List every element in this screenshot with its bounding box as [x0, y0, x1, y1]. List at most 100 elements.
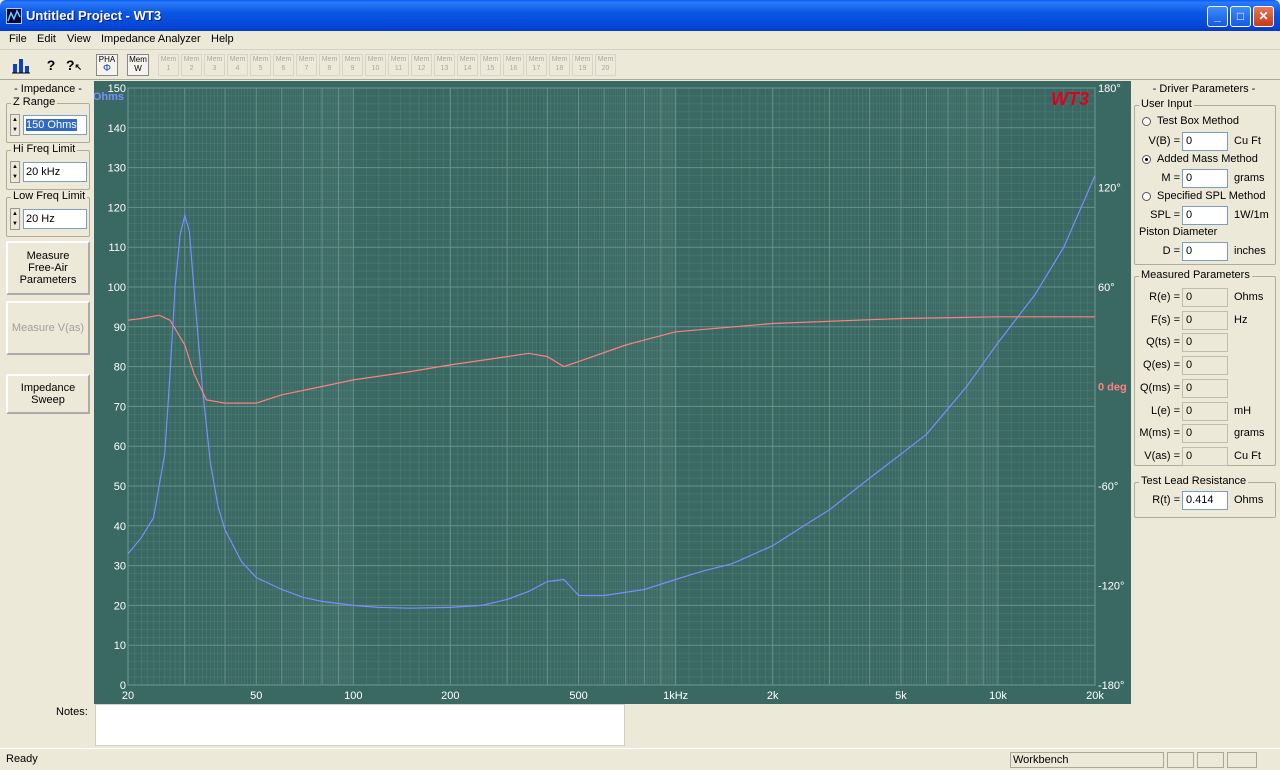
memory-slot-label: Mem [206, 56, 223, 63]
measured-label: V(as) = [1144, 449, 1180, 462]
hi-freq-spinner[interactable]: ▲ ▼ [10, 161, 20, 183]
memory-slot-number: 8 [327, 65, 332, 72]
rt-field[interactable]: 0.414 [1182, 491, 1228, 510]
memory-slot-8[interactable]: Mem 8 [319, 54, 340, 76]
title-bar[interactable]: Untitled Project - WT3 _ □ ✕ [0, 0, 1280, 31]
memory-write-w: W [134, 64, 142, 73]
impedance-graph[interactable]: 150 140 130 120 110 100 90 80 70 60 50 40 30 20 10 0 Ohm… [93, 81, 1131, 704]
memory-slot-number: 15 [486, 65, 495, 72]
memory-slot-18[interactable]: Mem 18 [549, 54, 570, 76]
y-tick-label: 70 [114, 401, 126, 413]
status-panel-2 [1167, 752, 1194, 768]
close-button[interactable]: ✕ [1253, 6, 1274, 27]
memory-slot-1[interactable]: Mem 1 [158, 54, 179, 76]
memory-slot-number: 14 [463, 65, 472, 72]
low-freq-field[interactable]: 20 Hz [23, 209, 87, 229]
menu-bar: File Edit View Impedance Analyzer Help [0, 31, 1280, 50]
memory-slot-number: 7 [304, 65, 309, 72]
low-freq-spinner[interactable]: ▲ ▼ [10, 208, 20, 230]
memory-slot-label: Mem [390, 56, 407, 63]
m-field[interactable]: 0 [1182, 169, 1228, 188]
maximize-button[interactable]: □ [1230, 6, 1251, 27]
hi-freq-field[interactable]: 20 kHz [23, 162, 87, 182]
memory-slot-11[interactable]: Mem 11 [388, 54, 409, 76]
user-input-title: User Input [1139, 98, 1194, 110]
piston-diameter-label: Piston Diameter [1139, 226, 1218, 238]
menu-impedance-analyzer[interactable]: Impedance Analyzer [101, 33, 201, 45]
memory-slot-label: Mem [482, 56, 499, 63]
vb-unit: Cu Ft [1234, 135, 1261, 147]
menu-file[interactable]: File [9, 33, 27, 45]
phase-tick-label: -120° [1098, 581, 1124, 593]
specified-spl-radio[interactable] [1142, 192, 1151, 201]
window-title: Untitled Project - WT3 [26, 8, 162, 23]
measured-value: 0 [1182, 401, 1228, 421]
impedance-chart[interactable]: 1501401301201101009080706050403020100Ohm… [93, 81, 1131, 704]
phase-toggle-button[interactable]: PHA Φ [96, 54, 118, 76]
chart-icon[interactable] [10, 54, 32, 76]
memory-slot-4[interactable]: Mem 4 [227, 54, 248, 76]
measure-free-air-button[interactable]: Measure Free-Air Parameters [6, 241, 90, 295]
x-tick-label: 1kHz [663, 690, 688, 702]
x-tick-label: 20 [122, 690, 134, 702]
measured-params-title: Measured Parameters [1139, 269, 1252, 281]
z-range-spinner[interactable]: ▲ ▼ [10, 114, 20, 136]
memory-slot-10[interactable]: Mem 10 [365, 54, 386, 76]
memory-slot-label: Mem [252, 56, 269, 63]
memory-slot-label: Mem [229, 56, 246, 63]
memory-slot-number: 4 [235, 65, 240, 72]
phase-tick-label: 0 deg [1098, 382, 1127, 394]
menu-view[interactable]: View [67, 33, 91, 45]
memory-slot-label: Mem [275, 56, 292, 63]
memory-slot-15[interactable]: Mem 15 [480, 54, 501, 76]
notes-textarea[interactable] [95, 704, 625, 746]
spl-field[interactable]: 0 [1182, 206, 1228, 225]
help-icon[interactable]: ? [40, 54, 62, 76]
vb-field[interactable]: 0 [1182, 132, 1228, 151]
memory-slot-16[interactable]: Mem 16 [503, 54, 524, 76]
memory-slot-14[interactable]: Mem 14 [457, 54, 478, 76]
minimize-button[interactable]: _ [1207, 6, 1228, 27]
z-range-label: Z Range [11, 96, 58, 108]
y-tick-label: 130 [108, 163, 126, 175]
measured-value: 0 [1182, 288, 1228, 307]
measure-vas-button[interactable]: Measure V(as) [6, 301, 90, 355]
memory-slot-13[interactable]: Mem 13 [434, 54, 455, 76]
measured-value: 0 [1182, 378, 1228, 398]
memory-slot-number: 1 [166, 65, 171, 72]
d-field[interactable]: 0 [1182, 242, 1228, 261]
app-icon[interactable] [6, 8, 22, 24]
memory-slot-19[interactable]: Mem 19 [572, 54, 593, 76]
memory-slot-6[interactable]: Mem 6 [273, 54, 294, 76]
memory-slot-9[interactable]: Mem 9 [342, 54, 363, 76]
memory-slot-label: Mem [344, 56, 361, 63]
context-help-icon[interactable]: ?↖ [63, 54, 85, 76]
memory-slot-2[interactable]: Mem 2 [181, 54, 202, 76]
y-tick-label: 100 [108, 282, 126, 294]
memory-slot-17[interactable]: Mem 17 [526, 54, 547, 76]
z-range-field[interactable]: 150 Ohms [23, 115, 87, 135]
driver-params-header: - Driver Parameters - [1152, 83, 1256, 95]
memory-slot-number: 13 [440, 65, 449, 72]
memory-slot-5[interactable]: Mem 5 [250, 54, 271, 76]
memory-slot-12[interactable]: Mem 12 [411, 54, 432, 76]
z-range-value: 150 Ohms [26, 119, 77, 131]
test-box-radio[interactable] [1142, 117, 1151, 126]
menu-edit[interactable]: Edit [37, 33, 56, 45]
memory-slot-3[interactable]: Mem 3 [204, 54, 225, 76]
memory-write-button[interactable]: Mem W [127, 54, 149, 76]
y-tick-label: 140 [108, 123, 126, 135]
impedance-sweep-button[interactable]: Impedance Sweep [6, 374, 90, 414]
measured-unit: grams [1234, 427, 1265, 440]
memory-slot-20[interactable]: Mem 20 [595, 54, 616, 76]
measured-label: M(ms) = [1139, 427, 1180, 440]
added-mass-radio[interactable] [1142, 155, 1151, 164]
memory-slot-label: Mem [321, 56, 338, 63]
menu-help[interactable]: Help [211, 33, 234, 45]
status-panel-4 [1227, 752, 1257, 768]
x-tick-label: 50 [250, 690, 262, 702]
status-bar: Ready Workbench [0, 748, 1280, 770]
measured-label: R(e) = [1149, 291, 1180, 303]
memory-slot-label: Mem [574, 56, 591, 63]
memory-slot-7[interactable]: Mem 7 [296, 54, 317, 76]
